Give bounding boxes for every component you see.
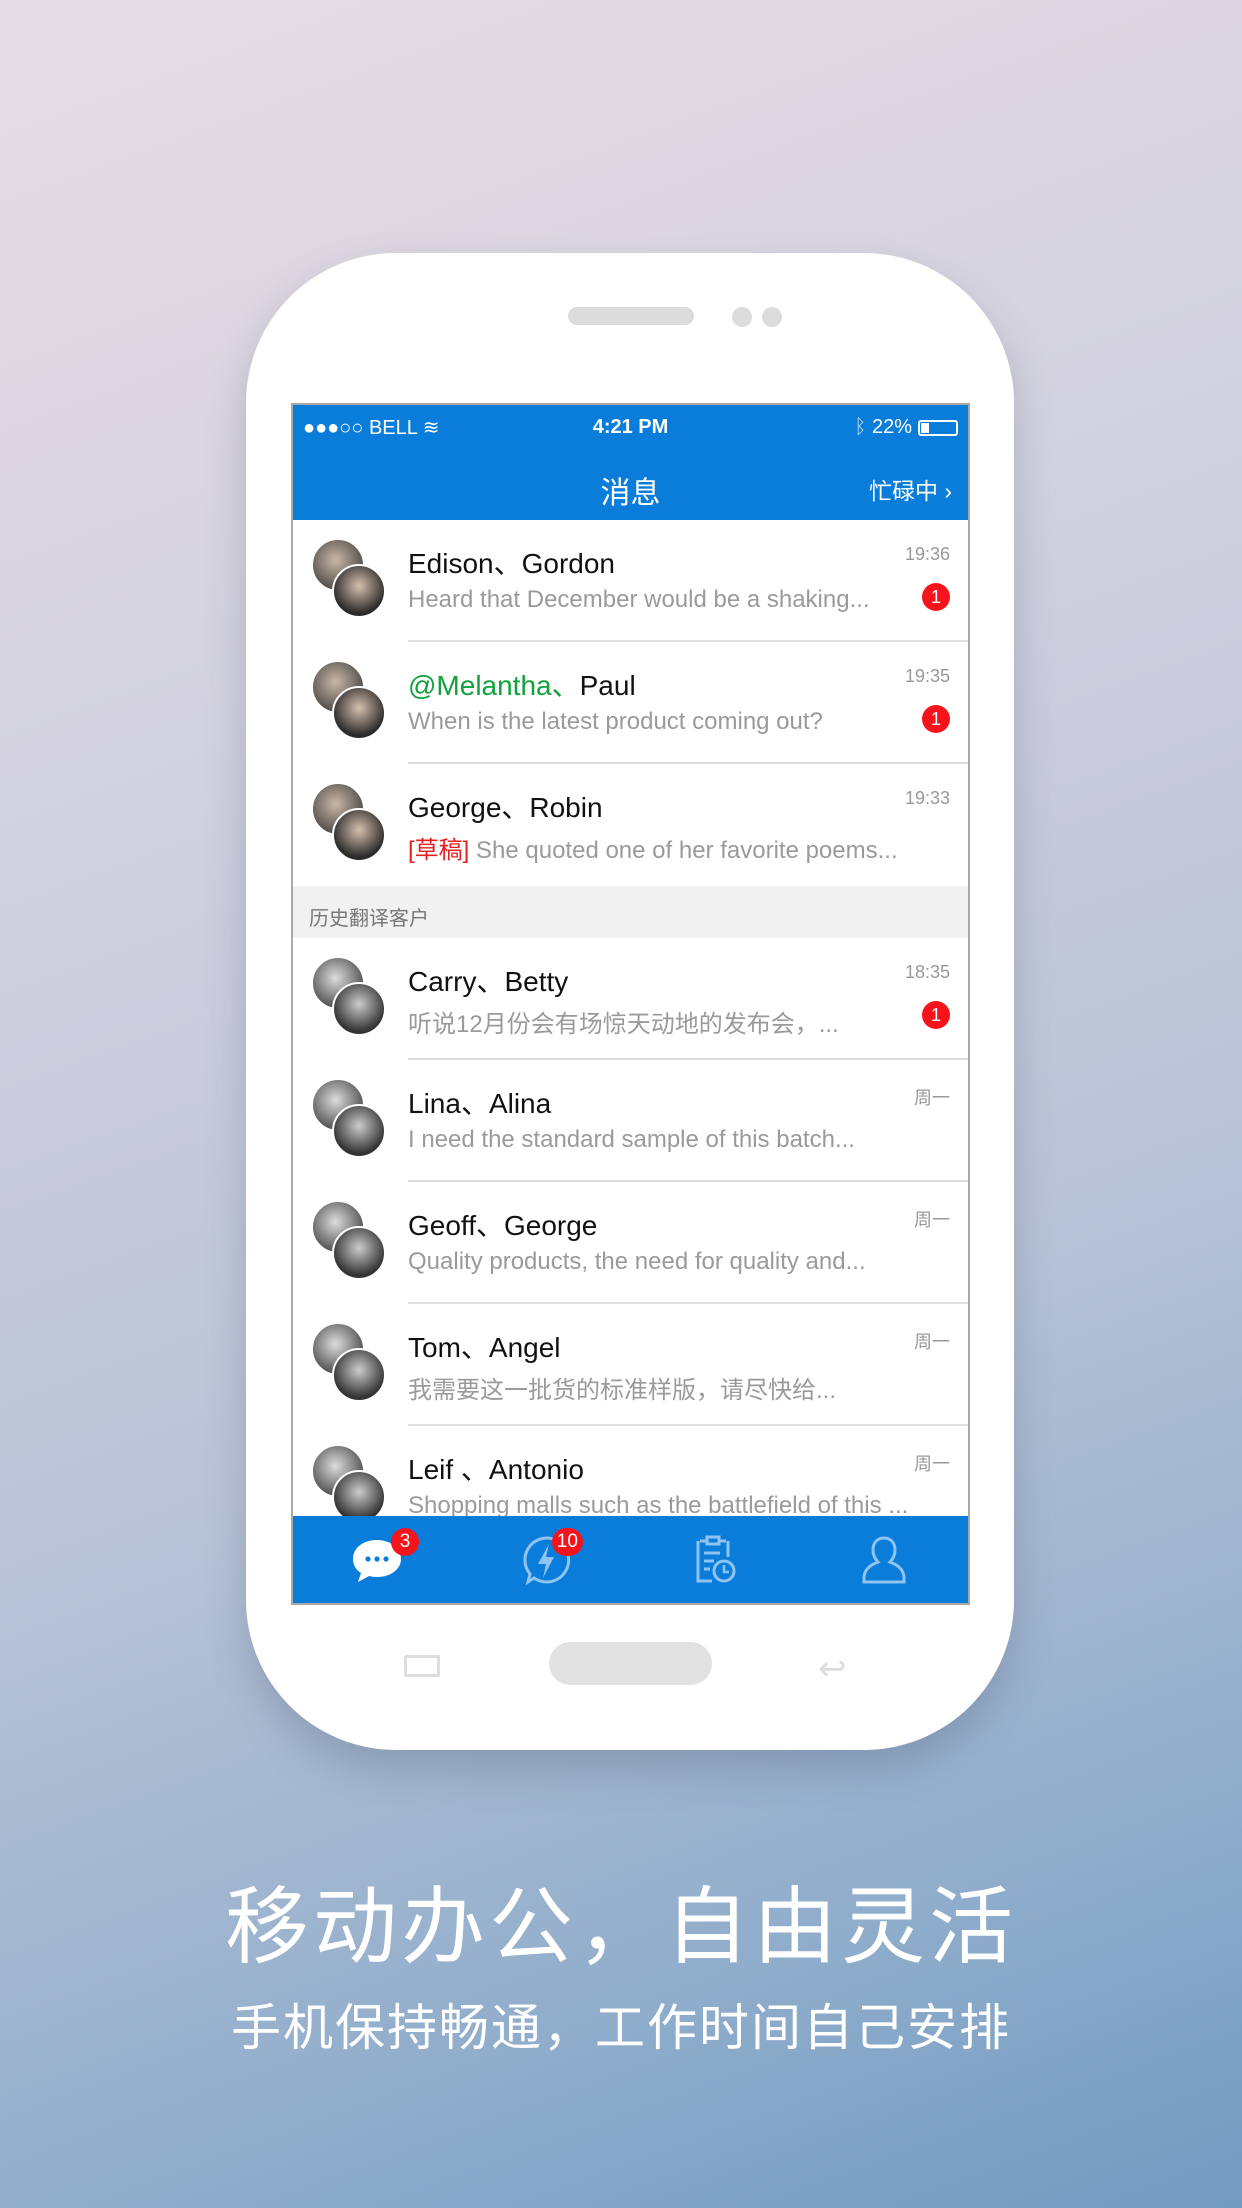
conversation-row[interactable]: George、Robin [草稿] She quoted one of her … [293,764,968,886]
conversation-name: Lina、Alina [408,1088,552,1119]
app-screen: ●●●○○ BELL ≋ 4:21 PM ᛒ 22% 消息 忙碌中 › Edis… [291,403,970,1605]
phone-speaker [568,307,694,325]
tab-activity[interactable]: 10 [462,1516,631,1603]
avatar [332,1104,386,1158]
subheadline: 手机保持畅通，工作时间自己安排 [231,2000,1011,2056]
phone-sensor [732,307,752,327]
avatar [332,686,386,740]
tab-messages[interactable]: 3 [293,1516,462,1603]
unread-badge: 1 [922,1001,950,1029]
status-bar: ●●●○○ BELL ≋ 4:21 PM ᛒ 22% [293,405,968,450]
tab-profile[interactable] [799,1516,968,1603]
headline: 移动办公，自由灵活 [224,1880,1017,1974]
back-icon[interactable]: ↩ [818,1649,847,1689]
conversation-name: Geoff、George [408,1210,598,1241]
timestamp: 周一 [914,1088,950,1108]
message-preview: I need the standard sample of this batch… [408,1126,855,1153]
conversation-row[interactable]: @Melantha、Paul When is the latest produc… [293,642,968,764]
conversation-name: @Melantha、Paul [408,670,636,701]
message-preview: 我需要这一批货的标准样版，请尽快给... [408,1377,837,1404]
timestamp: 周一 [914,1454,950,1474]
avatar [332,564,386,618]
conversation-row[interactable]: Tom、Angel 我需要这一批货的标准样版，请尽快给... 周一 [293,1304,968,1426]
timestamp: 18:35 [904,962,950,982]
busy-status-button[interactable]: 忙碌中 › [869,472,952,506]
tab-badge: 10 [551,1528,583,1556]
conversation-row[interactable]: Carry、Betty 听说12月份会有场惊天动地的发布会，... 18:35 … [293,938,968,1060]
conversation-row[interactable]: Edison、Gordon Heard that December would … [293,520,968,642]
timestamp: 19:36 [904,544,950,564]
tab-tasks[interactable] [631,1516,800,1603]
conversation-name: Tom、Angel [408,1332,561,1363]
message-preview: 听说12月份会有场惊天动地的发布会，... [408,1011,839,1038]
timestamp: 19:35 [904,666,950,686]
clipboard-clock-icon [696,1535,736,1582]
message-preview: [草稿] She quoted one of her favorite poem… [408,837,898,864]
page-title: 消息 [600,477,661,510]
tab-badge: 3 [391,1528,419,1556]
mention: @Melantha、 [408,670,580,701]
user-icon [862,1535,906,1583]
nav-bar: 消息 忙碌中 › [293,450,968,520]
timestamp: 周一 [914,1210,950,1230]
avatar [332,982,386,1036]
conversation-row[interactable]: Lina、Alina I need the standard sample of… [293,1060,968,1182]
clock: 4:21 PM [592,416,669,438]
message-preview: Quality products, the need for quality a… [408,1248,866,1275]
avatar [332,1226,386,1280]
draft-label: [草稿] [408,837,470,864]
conversation-name: Leif 、Antonio [408,1454,584,1485]
section-header: 历史翻译客户 [293,886,968,938]
home-button[interactable] [549,1642,712,1685]
avatar [332,808,386,862]
conversation-name: Carry、Betty [408,966,569,997]
unread-badge: 1 [922,583,950,611]
bluetooth-icon: ᛒ [854,416,867,438]
phone-mockup: ●●●○○ BELL ≋ 4:21 PM ᛒ 22% 消息 忙碌中 › Edis… [246,253,1014,1750]
phone-camera [762,307,782,327]
avatar [332,1348,386,1402]
timestamp: 19:33 [904,788,950,808]
message-preview: Heard that December would be a shaking..… [408,586,870,613]
unread-badge: 1 [922,705,950,733]
conversation-name: George、Robin [408,792,603,823]
battery-icon [918,419,958,436]
tab-bar: 3 10 [293,1516,968,1603]
recent-apps-icon[interactable] [404,1655,440,1677]
conversation-row[interactable]: Geoff、George Quality products, the need … [293,1182,968,1304]
conversation-name: Edison、Gordon [408,548,616,579]
timestamp: 周一 [914,1332,950,1352]
message-preview: When is the latest product coming out? [408,708,823,735]
